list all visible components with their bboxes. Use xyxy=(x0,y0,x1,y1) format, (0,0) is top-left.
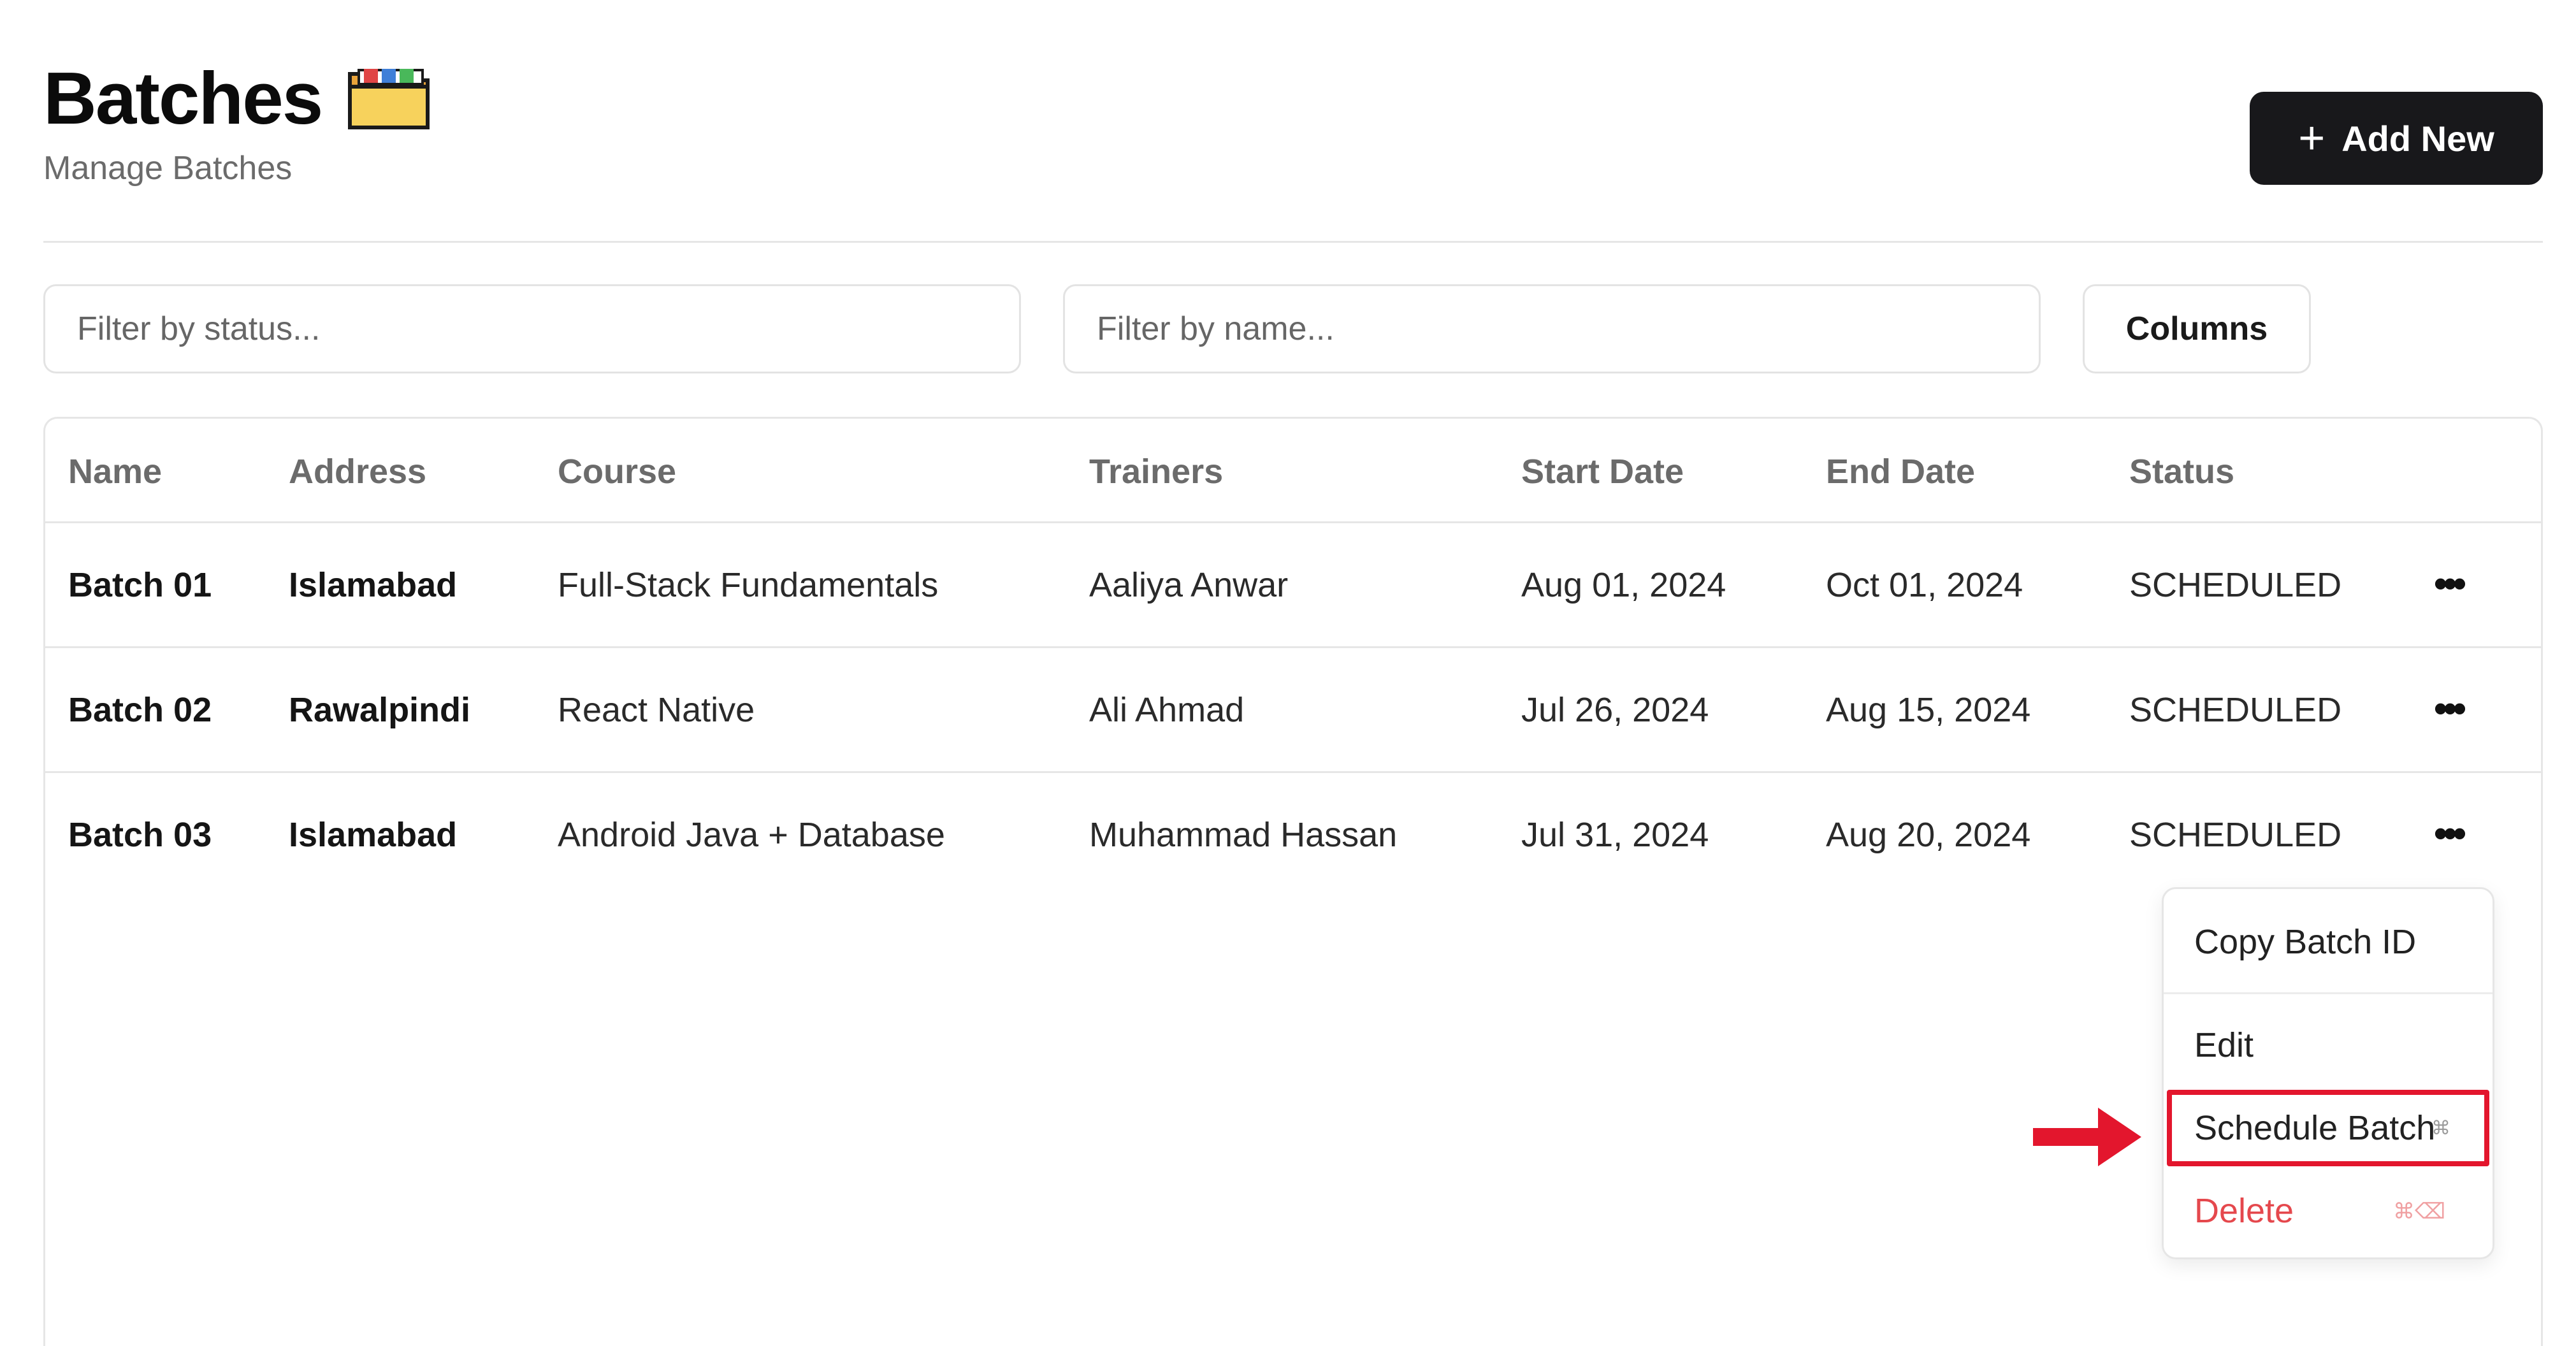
cell-trainers: Muhammad Hassan xyxy=(1089,816,1398,854)
cell-start-date: Jul 26, 2024 xyxy=(1521,691,1709,729)
cell-address: Islamabad xyxy=(289,816,458,854)
cell-address: Rawalpindi xyxy=(289,691,471,729)
table-header: Name Address Course Trainers Start Date … xyxy=(45,419,2541,523)
cell-status: SCHEDULED xyxy=(2129,816,2342,854)
page-subtitle: Manage Batches xyxy=(43,150,293,187)
header-trainers[interactable]: Trainers xyxy=(1089,452,1223,491)
page-title: Batches xyxy=(43,57,323,140)
cell-course: Full-Stack Fundamentals xyxy=(558,566,939,604)
cell-trainers: Ali Ahmad xyxy=(1089,691,1245,729)
table-row[interactable]: Batch 02 Rawalpindi React Native Ali Ahm… xyxy=(45,648,2541,773)
cell-name: Batch 03 xyxy=(68,816,212,854)
delete-shortcut: ⌘⌫ xyxy=(2393,1199,2446,1224)
page-header: Batches Manage Batches xyxy=(43,61,434,187)
header-status[interactable]: Status xyxy=(2129,452,2234,491)
cell-end-date: Oct 01, 2024 xyxy=(1826,566,2023,604)
cell-course: React Native xyxy=(558,691,755,729)
cell-address: Islamabad xyxy=(289,566,458,604)
menu-separator xyxy=(2164,992,2493,994)
table-row[interactable]: Batch 01 Islamabad Full-Stack Fundamenta… xyxy=(45,523,2541,648)
annotation-arrow-icon xyxy=(2033,1108,2141,1166)
columns-button[interactable]: Columns xyxy=(2083,284,2311,373)
menu-item-edit[interactable]: Edit xyxy=(2164,1025,2493,1065)
plus-icon: + xyxy=(2298,113,2326,164)
header-end-date[interactable]: End Date xyxy=(1826,452,1975,491)
cell-end-date: Aug 20, 2024 xyxy=(1826,816,2031,854)
add-new-label: Add New xyxy=(2341,118,2494,159)
header-name[interactable]: Name xyxy=(68,452,162,491)
more-actions-icon[interactable]: ••• xyxy=(2434,561,2466,605)
cell-trainers: Aaliya Anwar xyxy=(1089,566,1289,604)
more-actions-icon[interactable]: ••• xyxy=(2434,686,2466,730)
menu-item-copy-batch-id[interactable]: Copy Batch ID xyxy=(2164,922,2493,962)
filter-status-input[interactable] xyxy=(43,284,1021,373)
header-address[interactable]: Address xyxy=(289,452,426,491)
cell-name: Batch 01 xyxy=(68,566,212,604)
cell-start-date: Jul 31, 2024 xyxy=(1521,816,1709,854)
cell-end-date: Aug 15, 2024 xyxy=(1826,691,2031,729)
add-new-button[interactable]: + Add New xyxy=(2250,92,2543,185)
cell-status: SCHEDULED xyxy=(2129,566,2342,604)
table-row[interactable]: Batch 03 Islamabad Android Java + Databa… xyxy=(45,773,2541,898)
header-start-date[interactable]: Start Date xyxy=(1521,452,1684,491)
header-divider xyxy=(43,241,2543,243)
folder-icon xyxy=(346,65,434,131)
cell-start-date: Aug 01, 2024 xyxy=(1521,566,1726,604)
delete-label: Delete xyxy=(2194,1192,2294,1230)
cell-course: Android Java + Database xyxy=(558,816,945,854)
schedule-shortcut: ⌘ xyxy=(2431,1118,2450,1139)
menu-item-delete[interactable]: Delete ⌘⌫ xyxy=(2164,1191,2493,1231)
cell-status: SCHEDULED xyxy=(2129,691,2342,729)
filter-name-input[interactable] xyxy=(1063,284,2041,373)
more-actions-icon[interactable]: ••• xyxy=(2434,811,2466,855)
header-course[interactable]: Course xyxy=(558,452,676,491)
menu-item-schedule-batch[interactable]: Schedule Batch ⌘ xyxy=(2164,1108,2493,1148)
batches-page: Batches Manage Batches + Add New Columns… xyxy=(0,0,2576,1346)
schedule-batch-label: Schedule Batch xyxy=(2194,1109,2436,1147)
row-actions-menu: Copy Batch ID Edit Schedule Batch ⌘ Dele… xyxy=(2162,887,2494,1259)
cell-name: Batch 02 xyxy=(68,691,212,729)
